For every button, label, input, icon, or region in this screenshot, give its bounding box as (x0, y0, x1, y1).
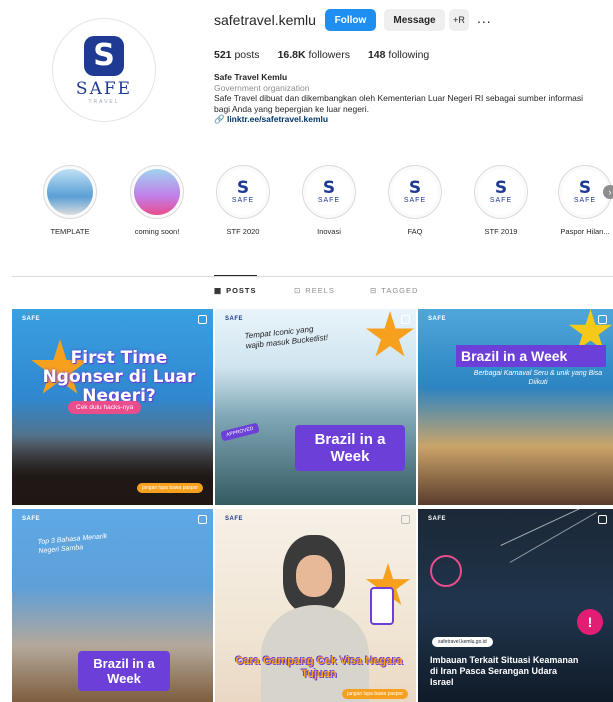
safe-logo-subtitle: TRAVEL (88, 98, 120, 105)
bio-text-line2: bagi Anda yang bepergian ke luar negeri. (214, 103, 370, 114)
post-brand: SAFE (22, 516, 41, 522)
more-options-icon[interactable]: ... (477, 10, 492, 26)
profile-category: Government organization (214, 82, 310, 93)
post-tile[interactable]: SAFE ! safetravel.kemlu.go.id Imbauan Te… (418, 509, 613, 702)
phone-icon (370, 587, 394, 625)
carousel-icon (401, 315, 410, 324)
person-body (261, 605, 369, 702)
highlight-label: Inovasi (317, 227, 341, 236)
post-headline: Brazil in a Week (78, 651, 170, 691)
safe-logo-icon: S SAFE (392, 169, 438, 215)
bio-link[interactable]: 🔗 linktr.ee/safetravel.kemlu (214, 114, 610, 125)
highlight-stf-2020[interactable]: S SAFE STF 2020 (213, 165, 273, 236)
post-tile[interactable]: SAFE Brazil in a Week Berbagai Karnaval … (418, 309, 613, 505)
safe-logo-icon: S SAFE (220, 169, 266, 215)
highlight-paspor-hilang[interactable]: S SAFE Paspor Hilan... (555, 165, 613, 236)
highlight-cover: S SAFE (474, 165, 528, 219)
carousel-icon (198, 515, 207, 524)
followers-count[interactable]: 16.8K followers (278, 49, 350, 61)
carousel-icon (198, 315, 207, 324)
airplane-icon (47, 169, 93, 215)
highlight-stf-2019[interactable]: S SAFE STF 2019 (471, 165, 531, 236)
profile-display-name: Safe Travel Kemlu (214, 72, 288, 82)
post-headline: Imbauan Terkait Situasi Keamanan di Iran… (430, 655, 579, 687)
reels-icon: ⊡ (294, 286, 302, 295)
profile-stats: 521 posts 16.8K followers 148 following (214, 49, 429, 61)
post-tile[interactable]: SAFE Tempat Iconic yang wajib masuk Buck… (215, 309, 416, 505)
post-headline: Brazil in a Week (456, 345, 606, 367)
profile-bio: Safe Travel Kemlu Government organizatio… (214, 72, 610, 125)
highlight-label: FAQ (407, 227, 423, 236)
post-pill: Cek dulu hacks-nya (68, 401, 142, 414)
highlight-cover: S SAFE (302, 165, 356, 219)
link-icon: 🔗 (214, 114, 227, 124)
highlight-coming-soon[interactable]: coming soon! (127, 165, 187, 236)
highlight-cover (43, 165, 97, 219)
highlight-cover: S SAFE (388, 165, 442, 219)
post-headline: Cara Gampang Cek Visa Negara Tujuan (235, 655, 403, 680)
highlight-label: STF 2019 (484, 227, 518, 236)
highlight-template[interactable]: TEMPLATE (40, 165, 100, 236)
profile-username: safetravel.kemlu (214, 12, 316, 28)
post-tile[interactable]: SAFE Top 3 Bahasa Menarik Negeri Samba B… (12, 509, 213, 702)
bio-text-line1: Safe Travel dibuat dan dikembangkan oleh… (214, 93, 584, 103)
carousel-icon (401, 515, 410, 524)
alert-icon: ! (577, 609, 603, 635)
post-note: Tempat Iconic yang wajib masuk Bucketlis… (244, 324, 329, 351)
post-headline: Brazil in a Week (295, 425, 405, 471)
post-subtitle: Berbagai Karnaval Seru & unik yang Bisa … (473, 370, 603, 386)
safe-logo-word: SAFE (75, 78, 133, 99)
safe-logo-icon: S SAFE (562, 169, 608, 215)
highlight-cover: S SAFE (216, 165, 270, 219)
highlight-faq[interactable]: S SAFE FAQ (385, 165, 445, 236)
post-tile[interactable]: SAFE First Time Ngonser di Luar Negeri? … (12, 309, 213, 505)
post-brand: SAFE (428, 316, 447, 322)
following-count[interactable]: 148 following (368, 49, 429, 61)
posts-count: 521 posts (214, 49, 260, 61)
story-highlights: TEMPLATE coming soon! S SAFE STF 2020 S SA… (40, 165, 613, 245)
chevron-right-icon[interactable]: › (603, 185, 613, 199)
message-button[interactable]: Message (384, 9, 445, 31)
suggested-accounts-button[interactable]: +R (449, 9, 469, 31)
safe-logo-mark: S (84, 35, 124, 76)
crowd-image (12, 435, 213, 505)
post-headline: First Time Ngonser di Luar Negeri? (42, 348, 196, 406)
post-brand: SAFE (22, 316, 41, 322)
approved-stamp: APPROVED (220, 422, 260, 442)
post-note: Top 3 Bahasa Menarik Negeri Samba (37, 532, 108, 556)
tab-posts[interactable]: ▦ POSTS (214, 275, 257, 295)
profile-avatar[interactable]: S SAFE TRAVEL (52, 18, 156, 122)
tabs-divider (12, 276, 613, 277)
post-brand: SAFE (225, 316, 244, 322)
highlight-cover (130, 165, 184, 219)
highlight-label: coming soon! (134, 227, 180, 236)
safe-logo-icon: S SAFE (306, 169, 352, 215)
emblem-icon (430, 555, 462, 587)
post-brand: SAFE (225, 516, 244, 522)
highlight-label: Paspor Hilan... (560, 227, 610, 236)
highlight-label: TEMPLATE (50, 227, 90, 236)
safe-logo-icon: S SAFE (478, 169, 524, 215)
carousel-icon (598, 315, 607, 324)
post-brand: SAFE (428, 516, 447, 522)
post-pill: safetravel.kemlu.go.id (432, 637, 493, 647)
grid-icon: ▦ (214, 286, 223, 295)
post-tile[interactable]: SAFE Cara Gampang Cek Visa Negara Tujuan… (215, 509, 416, 702)
highlight-inovasi[interactable]: S SAFE Inovasi (299, 165, 359, 236)
suitcase-icon (134, 169, 180, 215)
tab-reels[interactable]: ⊡ REELS (294, 286, 335, 295)
highlight-label: STF 2020 (226, 227, 260, 236)
person-photo (283, 535, 345, 613)
post-footer-tag: jangan lupa bawa paspor (137, 483, 203, 493)
tab-tagged[interactable]: ⊟ TAGGED (370, 286, 418, 295)
post-footer-tag: jangan lupa bawa paspor (342, 689, 408, 699)
follow-button[interactable]: Follow (325, 9, 376, 31)
tagged-icon: ⊟ (370, 286, 378, 295)
